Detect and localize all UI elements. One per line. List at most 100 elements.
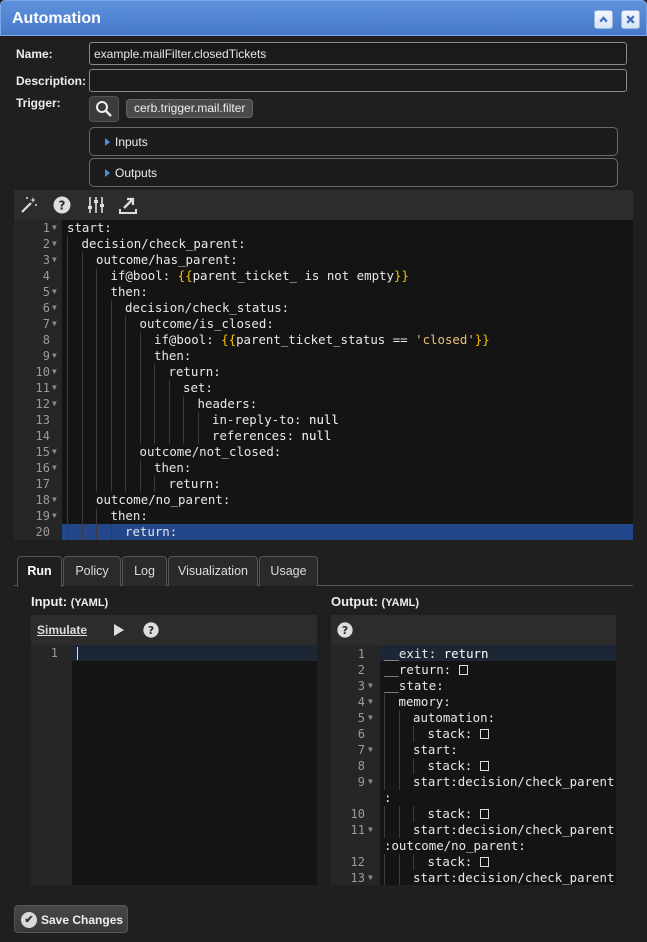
indent-guide — [398, 822, 400, 838]
description-label: Description: — [16, 74, 87, 88]
simulate-link[interactable]: Simulate — [37, 623, 87, 637]
code-text: outcome/is_closed: — [140, 316, 274, 332]
editor-help-button[interactable]: ? — [52, 195, 72, 215]
output-key: stack: — [427, 854, 480, 869]
line-number: 12 — [35, 397, 50, 411]
indent-guide — [67, 412, 68, 428]
indent-guide — [110, 412, 112, 428]
code-line[interactable]: 9 ▼ then: — [14, 348, 633, 364]
code-line[interactable]: 19 ▼ then: — [14, 508, 633, 524]
fold-arrow-icon[interactable]: ▼ — [368, 774, 373, 790]
code-line[interactable]: 13 in-reply-to: null — [14, 412, 633, 428]
indent-guide — [168, 412, 170, 428]
code-line[interactable]: 17 return: — [14, 476, 633, 492]
indent-guide — [96, 396, 97, 412]
fold-arrow-icon[interactable]: ▼ — [52, 380, 57, 396]
fold-arrow-icon[interactable]: ▼ — [52, 348, 57, 364]
output-yaml-viewer[interactable]: 1 __exit: return 2 __return: 3 ▼ __state: 4 ▼ me… — [331, 645, 616, 885]
line-number: 15 — [35, 445, 50, 459]
indent-guide — [139, 396, 141, 412]
fold-arrow-icon[interactable]: ▼ — [52, 236, 57, 252]
fold-arrow-icon[interactable]: ▼ — [368, 678, 373, 694]
indent-guide — [154, 428, 155, 444]
editor-export-button[interactable] — [118, 195, 138, 215]
indent-guide — [125, 332, 126, 348]
code-line[interactable]: 15 ▼ outcome/not_closed: — [14, 444, 633, 460]
fold-arrow-icon[interactable]: ▼ — [52, 316, 57, 332]
output-line: 13 ▼ start:decision/check_parent — [331, 870, 616, 885]
indent-guide — [183, 428, 184, 444]
fold-arrow-icon[interactable]: ▼ — [52, 252, 57, 268]
tab-log[interactable]: Log — [122, 556, 167, 586]
editor-sliders-button[interactable] — [86, 195, 106, 215]
play-icon[interactable] — [112, 623, 126, 637]
code-line[interactable]: 11 ▼ set: — [14, 380, 633, 396]
fold-arrow-icon[interactable]: ▼ — [52, 300, 57, 316]
code-line[interactable]: 10 ▼ return: — [14, 364, 633, 380]
output-key: automation: — [413, 710, 496, 725]
tab-policy[interactable]: Policy — [63, 556, 121, 586]
trigger-search-button[interactable] — [89, 96, 119, 122]
tab-visualization[interactable]: Visualization — [168, 556, 258, 586]
indent-guide — [398, 774, 400, 790]
code-line[interactable]: 5 ▼ then: — [14, 284, 633, 300]
code-line[interactable]: 16 ▼ then: — [14, 460, 633, 476]
code-line[interactable]: 2 ▼ decision/check_parent: — [14, 236, 633, 252]
indent-guide — [81, 444, 83, 460]
help-icon[interactable]: ? — [142, 621, 160, 639]
fold-arrow-icon[interactable]: ▼ — [368, 822, 373, 838]
fold-arrow-icon[interactable]: ▼ — [52, 396, 57, 412]
magic-wand-button[interactable] — [19, 195, 39, 215]
code-text: headers: — [198, 396, 258, 412]
svg-text:?: ? — [342, 624, 348, 637]
indent-guide — [139, 364, 141, 380]
indent-guide — [197, 428, 199, 444]
trigger-value-pill[interactable]: cerb.trigger.mail.filter — [126, 99, 254, 118]
code-line[interactable]: 20 return: — [14, 524, 633, 540]
save-changes-button[interactable]: ✔ Save Changes — [14, 905, 128, 933]
indent-guide — [125, 460, 126, 476]
fold-arrow-icon[interactable]: ▼ — [52, 284, 57, 300]
code-line[interactable]: 7 ▼ outcome/is_closed: — [14, 316, 633, 332]
fold-arrow-icon[interactable]: ▼ — [52, 460, 57, 476]
fold-arrow-icon[interactable]: ▼ — [52, 220, 57, 236]
collapse-button[interactable] — [594, 10, 613, 29]
tab-usage[interactable]: Usage — [259, 556, 318, 586]
input-yaml-editor[interactable]: 1 — [31, 645, 317, 885]
fold-arrow-icon[interactable]: ▼ — [368, 742, 373, 758]
indent-guide — [81, 268, 83, 284]
indent-guide — [110, 380, 112, 396]
line-number: 8 — [42, 333, 50, 347]
outputs-expander[interactable]: Outputs — [89, 158, 618, 187]
fold-arrow-icon[interactable]: ▼ — [52, 492, 57, 508]
close-button[interactable] — [621, 10, 640, 29]
check-circle-icon: ✔ — [21, 912, 37, 928]
help-icon[interactable]: ? — [336, 621, 354, 639]
indent-guide — [154, 364, 155, 380]
output-text: start: — [413, 742, 458, 758]
input-active-line — [72, 645, 317, 661]
code-line[interactable]: 6 ▼ decision/check_status: — [14, 300, 633, 316]
fold-arrow-icon[interactable]: ▼ — [368, 870, 373, 885]
name-input[interactable]: example.mailFilter.closedTickets — [89, 42, 627, 65]
code-line[interactable]: 18 ▼ outcome/no_parent: — [14, 492, 633, 508]
automation-code-editor[interactable]: 1 ▼ start: 2 ▼ decision/check_parent: 3 ▼ outcom… — [14, 220, 633, 540]
indent-guide — [110, 300, 112, 316]
code-line[interactable]: 3 ▼ outcome/has_parent: — [14, 252, 633, 268]
indent-guide — [96, 348, 97, 364]
code-line[interactable]: 14 references: null — [14, 428, 633, 444]
fold-arrow-icon[interactable]: ▼ — [52, 508, 57, 524]
inputs-expander[interactable]: Inputs — [89, 127, 618, 156]
line-number: 18 — [35, 493, 50, 507]
tab-run[interactable]: Run — [17, 556, 62, 587]
description-input[interactable] — [89, 69, 627, 92]
fold-arrow-icon[interactable]: ▼ — [368, 710, 373, 726]
fold-arrow-icon[interactable]: ▼ — [52, 444, 57, 460]
code-line[interactable]: 8 if@bool: {{parent_ticket_status == 'clo… — [14, 332, 633, 348]
indent-guide — [168, 396, 170, 412]
code-line[interactable]: 4 if@bool: {{parent_ticket_ is not empty}… — [14, 268, 633, 284]
code-line[interactable]: 1 ▼ start: — [14, 220, 633, 236]
code-line[interactable]: 12 ▼ headers: — [14, 396, 633, 412]
fold-arrow-icon[interactable]: ▼ — [52, 364, 57, 380]
fold-arrow-icon[interactable]: ▼ — [368, 694, 373, 710]
